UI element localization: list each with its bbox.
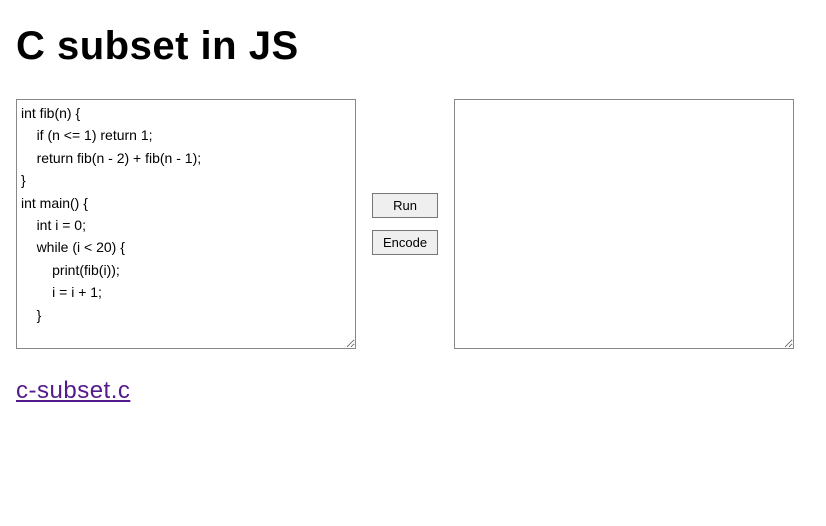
source-file-link[interactable]: c-subset.c (16, 377, 130, 404)
page-title: C subset in JS (16, 24, 810, 69)
encode-button[interactable]: Encode (372, 230, 438, 255)
source-code-input[interactable] (16, 99, 356, 349)
output-area[interactable] (454, 99, 794, 349)
button-column: Run Encode (372, 193, 438, 255)
run-button[interactable]: Run (372, 193, 438, 218)
editor-row: Run Encode (16, 99, 810, 349)
